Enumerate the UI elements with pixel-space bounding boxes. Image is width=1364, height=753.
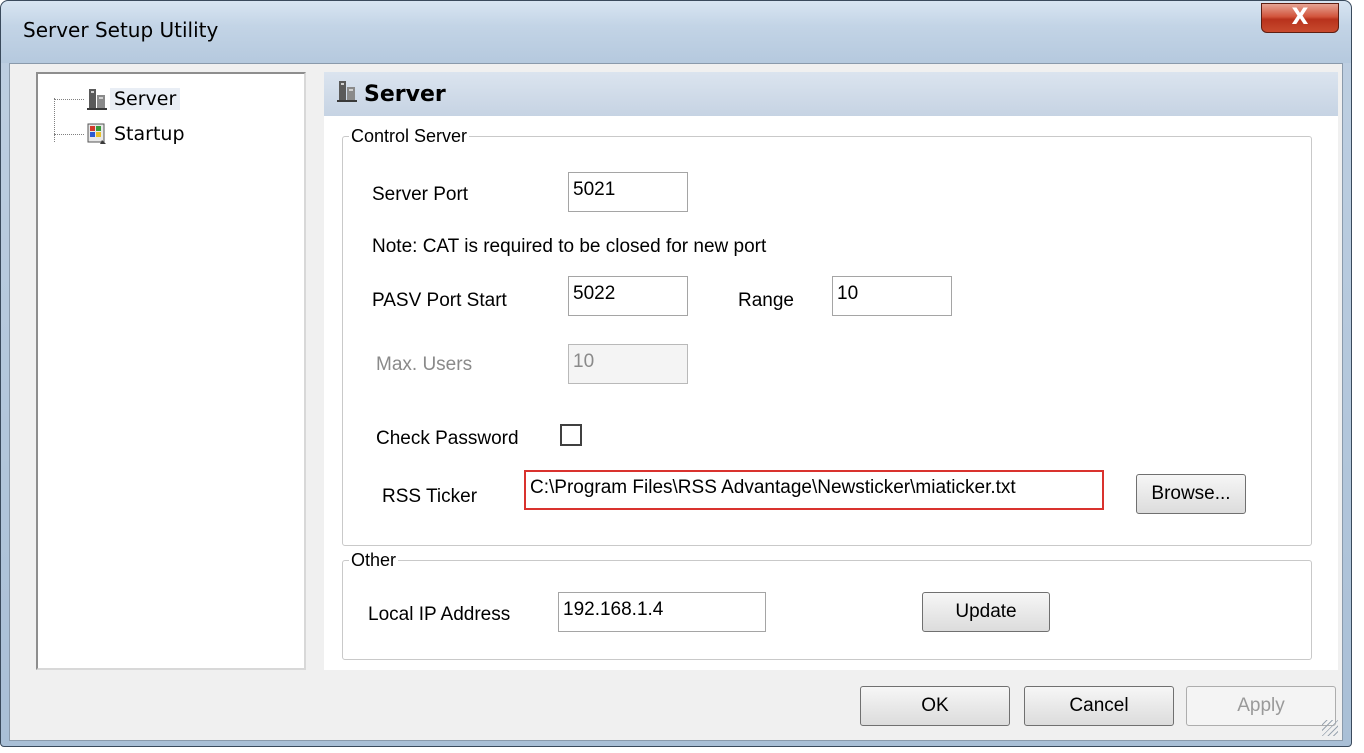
server-icon: [336, 79, 358, 109]
resize-grip[interactable]: [1322, 720, 1338, 736]
max-users-input[interactable]: 10: [568, 344, 688, 384]
rss-ticker-label: RSS Ticker: [382, 486, 478, 507]
update-button[interactable]: Update: [922, 592, 1050, 632]
range-input[interactable]: 10: [832, 276, 952, 316]
tree-item-server[interactable]: Server: [54, 84, 181, 114]
apply-button[interactable]: Apply: [1186, 686, 1336, 726]
server-icon: [84, 86, 110, 112]
rss-ticker-input[interactable]: C:\Program Files\RSS Advantage\Newsticke…: [524, 470, 1104, 510]
range-label: Range: [738, 290, 794, 311]
settings-panel: Server Control Server Server Port 5021 N…: [324, 72, 1338, 670]
group-legend: Other: [351, 550, 397, 570]
pasv-port-start-input[interactable]: 5022: [568, 276, 688, 316]
tree-connector: [54, 133, 84, 135]
tree-item-label: Startup: [114, 123, 185, 145]
max-users-label: Max. Users: [376, 354, 473, 375]
tree-connector: [54, 98, 84, 100]
tree-item-label: Server: [110, 88, 181, 110]
startup-icon: [84, 121, 110, 147]
group-legend: Control Server: [351, 126, 468, 146]
panel-header: Server: [324, 72, 1338, 116]
port-note-text: Note: CAT is required to be closed for n…: [372, 236, 767, 257]
browse-button[interactable]: Browse...: [1136, 474, 1246, 514]
title-bar[interactable]: Server Setup Utility X: [1, 1, 1351, 63]
close-icon: X: [1291, 5, 1309, 30]
local-ip-input[interactable]: 192.168.1.4: [558, 592, 766, 632]
server-port-label: Server Port: [372, 184, 469, 205]
server-port-input[interactable]: 5021: [568, 172, 688, 212]
tree-item-startup[interactable]: Startup: [54, 119, 189, 149]
window-title: Server Setup Utility: [23, 18, 219, 42]
local-ip-label: Local IP Address: [368, 604, 511, 625]
ok-button[interactable]: OK: [860, 686, 1010, 726]
cancel-button[interactable]: Cancel: [1024, 686, 1174, 726]
check-password-label: Check Password: [376, 428, 519, 449]
server-setup-window: Server Setup Utility X Server Startup Se…: [0, 0, 1352, 747]
panel-title: Server: [364, 81, 446, 107]
settings-tree[interactable]: Server Startup: [36, 72, 306, 670]
pasv-port-start-label: PASV Port Start: [372, 290, 507, 311]
close-button[interactable]: X: [1261, 3, 1339, 33]
check-password-checkbox[interactable]: [560, 424, 582, 446]
dialog-client-area: Server Startup Server Control Server Ser…: [9, 63, 1343, 741]
